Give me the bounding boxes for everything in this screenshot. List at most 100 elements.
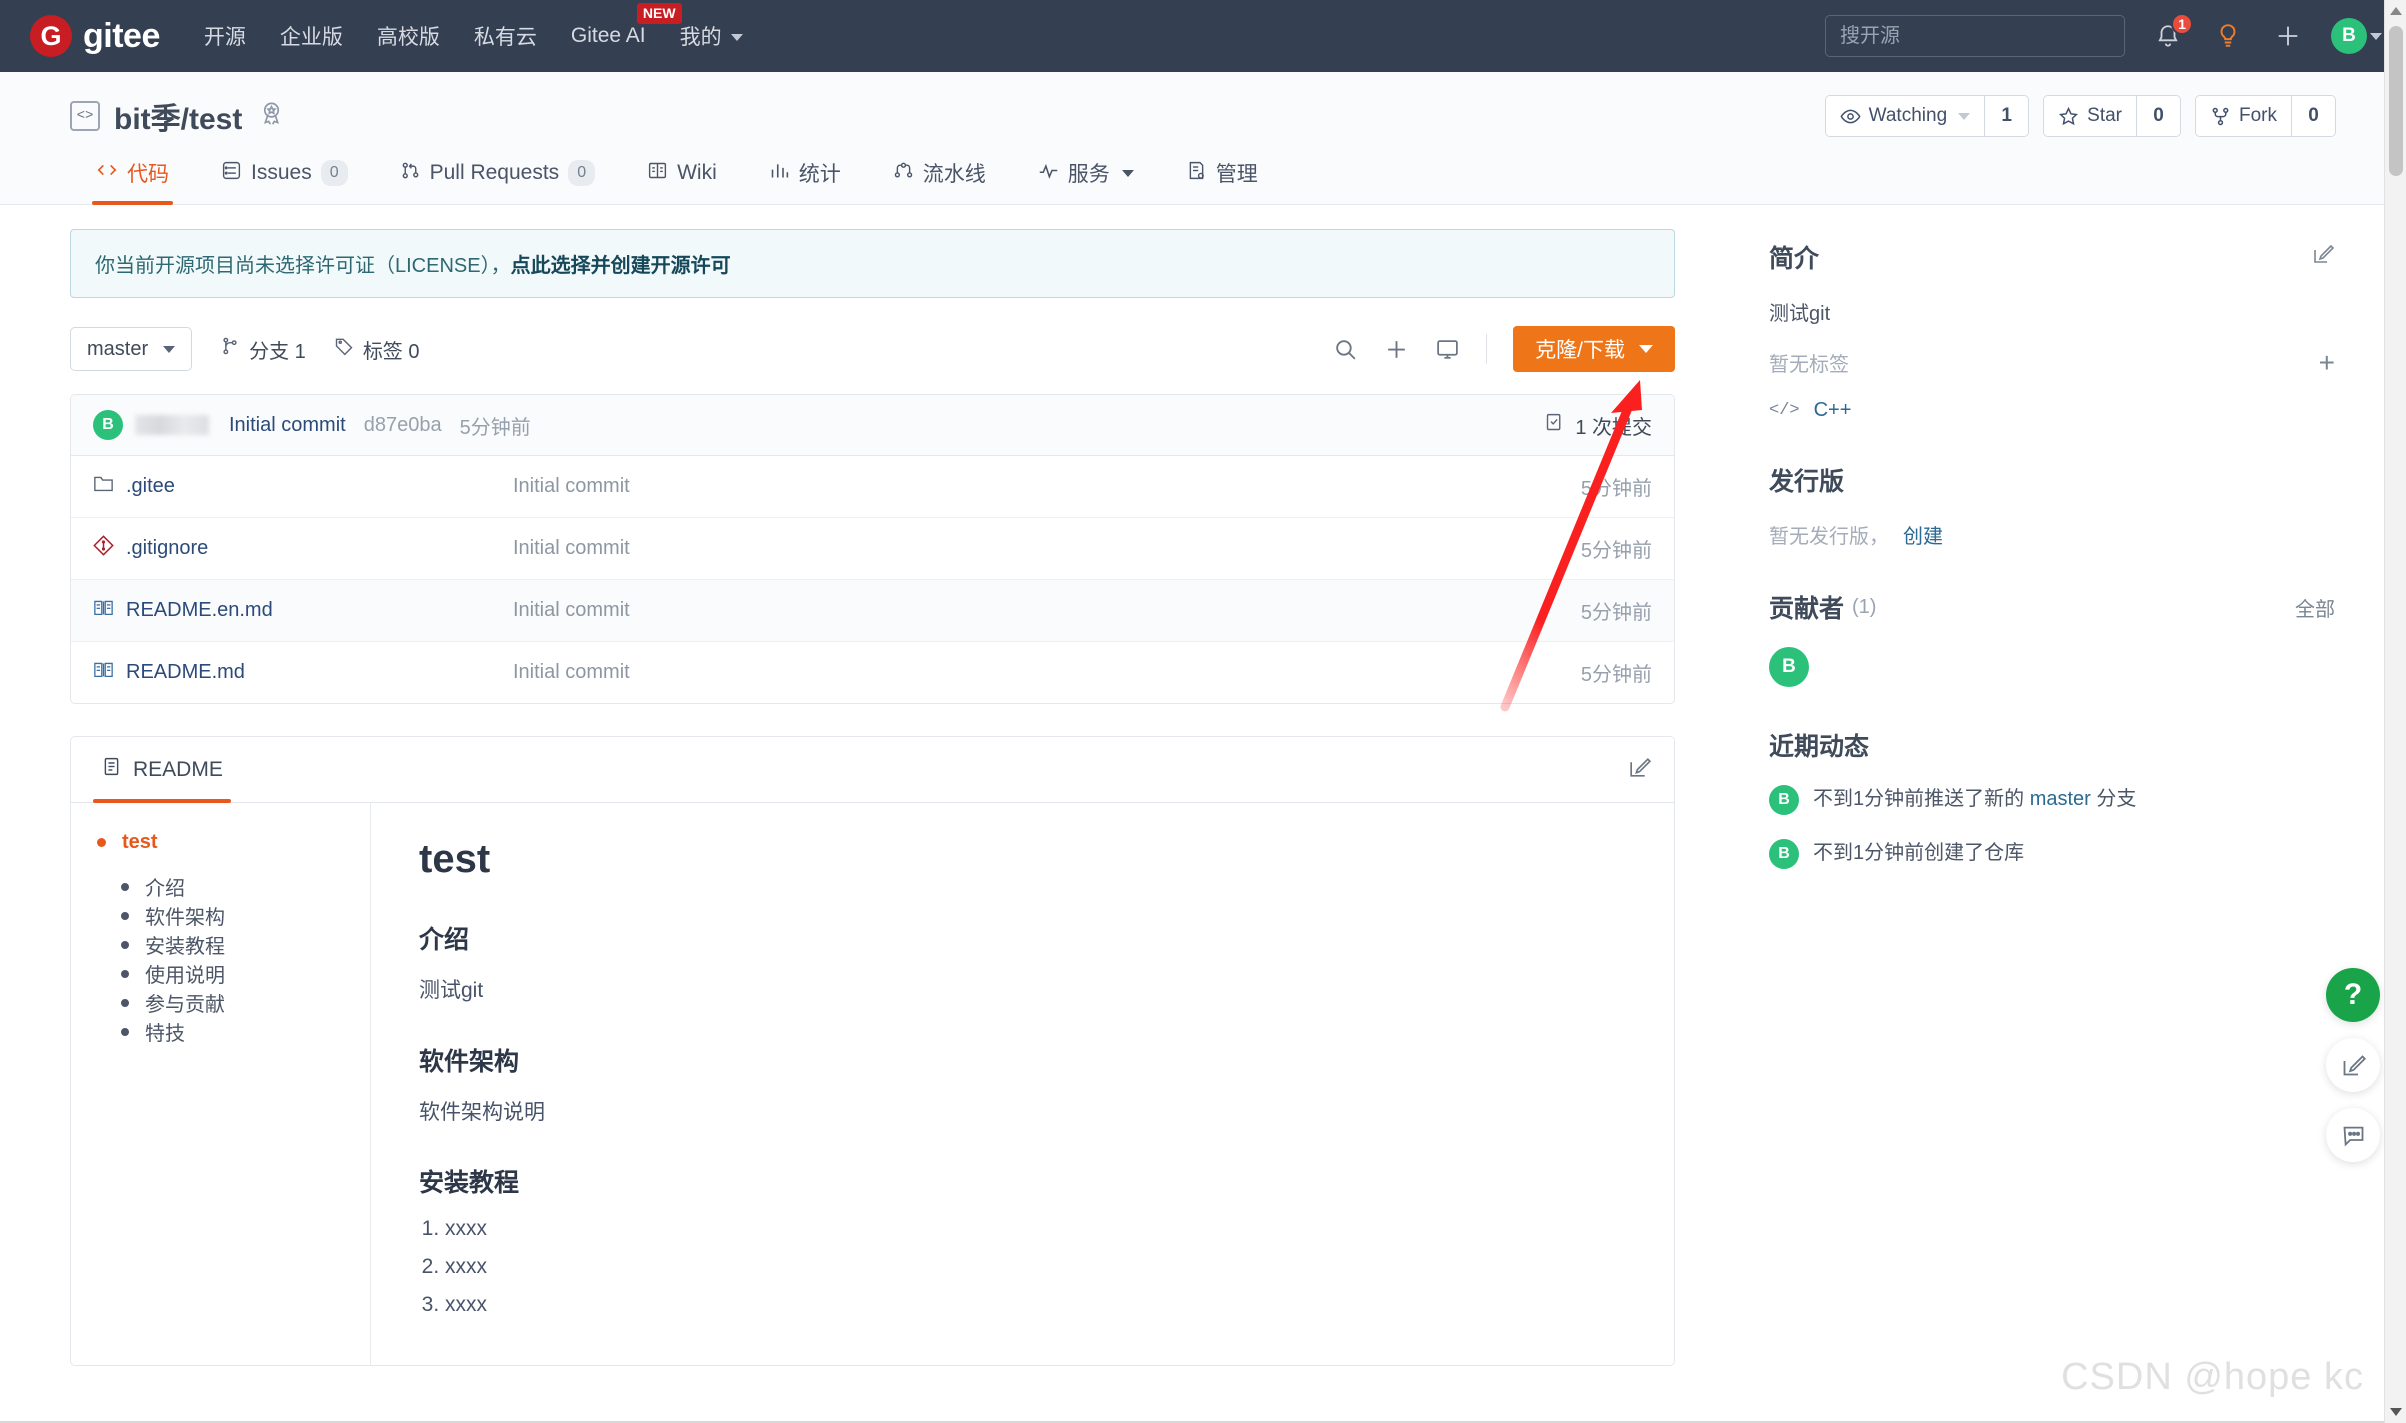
tab-pipeline[interactable]: 流水线: [867, 158, 1012, 204]
fork-button-group[interactable]: Fork 0: [2195, 95, 2336, 137]
no-release-label: 暂无发行版，: [1769, 526, 1889, 548]
award-badge-icon[interactable]: [258, 100, 285, 132]
tab-pull-requests[interactable]: Pull Requests 0: [374, 158, 621, 204]
tab-manage[interactable]: 管理: [1160, 158, 1284, 204]
toc-item-usage[interactable]: 使用说明: [121, 959, 370, 988]
file-link[interactable]: .gitee: [126, 475, 175, 498]
commit-count-label: 1 次提交: [1575, 416, 1652, 439]
commit-hash[interactable]: d87e0ba: [364, 414, 442, 437]
toc-item-install[interactable]: 安装教程: [121, 930, 370, 959]
releases-empty-row: 暂无发行版， 创建: [1769, 520, 2335, 549]
nav-link-gitee-ai[interactable]: Gitee AI NEW: [571, 3, 682, 52]
edit-about-icon[interactable]: [2311, 242, 2335, 272]
issue-icon: [221, 160, 242, 187]
page-scrollbar[interactable]: [2384, 0, 2406, 1423]
code-icon: </>: [1769, 401, 1800, 420]
contributor-avatars: B: [1769, 647, 2335, 687]
avatar[interactable]: B: [1769, 839, 1799, 869]
tab-code[interactable]: 代码: [70, 158, 195, 205]
notification-bell-icon[interactable]: 1: [2151, 13, 2193, 53]
tab-readme[interactable]: README: [93, 737, 231, 803]
tab-code-label: 代码: [127, 163, 169, 186]
tags-link[interactable]: 标签 0: [334, 335, 420, 364]
chevron-down-icon: [2370, 32, 2382, 40]
document-icon: [101, 756, 122, 783]
toc-item-label: 参与贡献: [145, 994, 225, 1016]
branches-link[interactable]: 分支 1: [220, 335, 306, 364]
tab-issues-count: 0: [320, 160, 348, 186]
edit-readme-icon[interactable]: [1627, 755, 1652, 785]
list-item: xxxx: [445, 1217, 1626, 1241]
commit-count-link[interactable]: 1 次提交: [1544, 411, 1652, 440]
nav-link-education[interactable]: 高校版: [377, 17, 440, 55]
nav-link-mine[interactable]: 我的: [680, 17, 743, 55]
file-commit-message: Initial commit: [513, 661, 630, 683]
avatar: B: [2331, 18, 2367, 54]
license-notice-banner: 你当前开源项目尚未选择许可证（LICENSE），点此选择并创建开源许可: [70, 229, 1675, 298]
fork-count[interactable]: 0: [2291, 96, 2335, 136]
scrollbar-thumb[interactable]: [2389, 26, 2403, 176]
tab-statistics[interactable]: 统计: [743, 158, 867, 204]
nav-link-enterprise[interactable]: 企业版: [280, 17, 343, 55]
new-badge: NEW: [636, 3, 682, 24]
activity-branch-link[interactable]: master: [2030, 788, 2091, 810]
watch-count[interactable]: 1: [1984, 96, 2029, 136]
nav-link-opensource[interactable]: 开源: [204, 17, 246, 55]
star-button[interactable]: Star: [2044, 96, 2136, 136]
lightbulb-icon[interactable]: [2211, 19, 2245, 53]
avatar[interactable]: B: [1769, 785, 1799, 815]
star-count[interactable]: 0: [2136, 96, 2180, 136]
user-avatar-menu[interactable]: B: [2331, 18, 2382, 54]
fork-button[interactable]: Fork: [2196, 96, 2291, 136]
bullet-icon: [121, 998, 129, 1007]
table-row[interactable]: README.en.md Initial commit 5分钟前: [71, 580, 1674, 642]
commit-author-avatar[interactable]: B: [93, 410, 123, 440]
help-fab[interactable]: ?: [2326, 968, 2380, 1022]
language-row[interactable]: </> C++: [1769, 399, 2335, 422]
pr-icon: [400, 160, 421, 187]
tab-wiki[interactable]: Wiki: [621, 158, 743, 204]
toc-item-features[interactable]: 特技: [121, 1017, 370, 1046]
search-icon[interactable]: [1333, 337, 1358, 362]
branch-selector[interactable]: master: [70, 327, 193, 371]
file-commit-message: Initial commit: [513, 475, 630, 497]
nav-link-privatecloud[interactable]: 私有云: [474, 17, 537, 55]
add-tag-plus-icon[interactable]: +: [2319, 348, 2335, 377]
watch-button-group[interactable]: Watching 1: [1824, 95, 2030, 137]
table-row[interactable]: .gitignore Initial commit 5分钟前: [71, 518, 1674, 580]
tab-services[interactable]: 服务: [1012, 158, 1160, 204]
toc-item-architecture[interactable]: 软件架构: [121, 901, 370, 930]
file-link[interactable]: README.en.md: [126, 599, 273, 622]
latest-commit-row: B Initial commit d87e0ba 5分钟前 1 次提交: [71, 395, 1674, 456]
contributors-all-link[interactable]: 全部: [2295, 593, 2335, 622]
gitee-logo[interactable]: G gitee: [30, 15, 160, 57]
add-plus-icon[interactable]: [2271, 19, 2305, 53]
file-name-cell: .gitignore: [93, 535, 513, 562]
chat-fab[interactable]: [2326, 1108, 2380, 1162]
create-release-link[interactable]: 创建: [1903, 526, 1943, 548]
file-commit-message: Initial commit: [513, 537, 630, 559]
list-item: xxxx: [445, 1293, 1626, 1317]
tab-issues[interactable]: Issues 0: [195, 158, 374, 204]
watch-button[interactable]: Watching: [1825, 96, 1985, 136]
file-link[interactable]: README.md: [126, 661, 245, 684]
page-title[interactable]: bit季/test: [114, 94, 242, 138]
star-button-group[interactable]: Star 0: [2043, 95, 2181, 137]
clone-download-button[interactable]: 克隆/下载: [1513, 326, 1675, 372]
gitee-logo-mark: G: [30, 15, 72, 57]
table-row[interactable]: .gitee Initial commit 5分钟前: [71, 456, 1674, 518]
toc-item-contribute[interactable]: 参与贡献: [121, 988, 370, 1017]
web-ide-monitor-icon[interactable]: [1435, 337, 1460, 362]
file-link[interactable]: .gitignore: [126, 537, 208, 560]
toc-item-root[interactable]: test: [97, 831, 370, 854]
feedback-fab[interactable]: [2326, 1038, 2380, 1092]
scroll-up-arrow-icon[interactable]: [2390, 7, 2402, 15]
scroll-down-arrow-icon[interactable]: [2390, 1408, 2402, 1416]
license-notice-link[interactable]: 点此选择并创建开源许可: [511, 255, 731, 277]
commit-message[interactable]: Initial commit: [229, 414, 346, 437]
table-row[interactable]: README.md Initial commit 5分钟前: [71, 642, 1674, 703]
avatar[interactable]: B: [1769, 647, 1809, 687]
search-input[interactable]: [1825, 15, 2125, 57]
toc-item-intro[interactable]: 介绍: [121, 872, 370, 901]
add-file-plus-icon[interactable]: [1384, 337, 1409, 362]
